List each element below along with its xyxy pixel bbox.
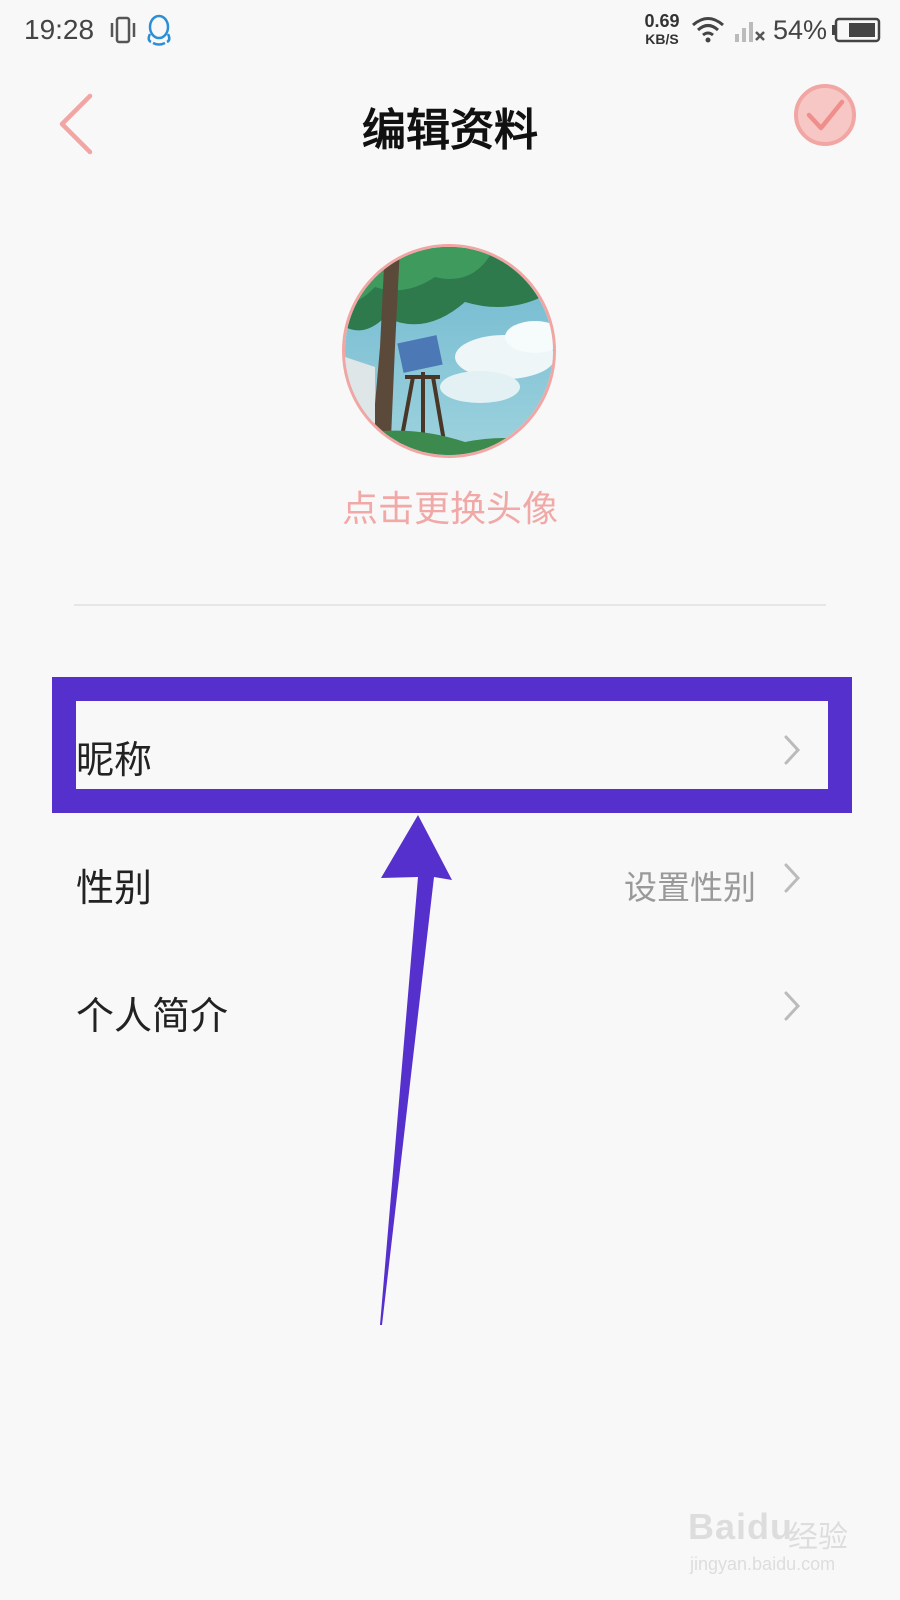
vibrate-icon xyxy=(110,16,136,44)
page-title: 编辑资料 xyxy=(362,105,538,156)
watermark-url: jingyan.baidu.com xyxy=(690,1554,836,1574)
nickname-label: 昵称 xyxy=(76,738,153,782)
signal-icon xyxy=(735,22,765,42)
avatar-image xyxy=(345,247,553,455)
app-header: 编辑资料 xyxy=(0,66,900,186)
network-speed: 0.69 KB/S xyxy=(638,12,686,46)
battery-icon xyxy=(832,17,881,43)
confirm-button[interactable] xyxy=(792,82,858,148)
change-avatar-link[interactable]: 点击更换头像 xyxy=(0,480,900,532)
network-speed-unit: KB/S xyxy=(645,31,679,47)
chevron-right-icon xyxy=(784,991,801,1021)
bio-label: 个人简介 xyxy=(76,994,229,1038)
chevron-right-icon xyxy=(784,863,801,893)
avatar[interactable] xyxy=(342,244,556,458)
chevron-right-icon xyxy=(784,735,801,765)
nickname-row[interactable]: 昵称 xyxy=(74,701,826,797)
watermark-logo: Baidu xyxy=(688,1506,794,1547)
network-speed-value: 0.69 xyxy=(644,11,680,31)
qq-icon xyxy=(147,14,171,46)
annotation-arrow xyxy=(380,815,452,1325)
gender-value: 设置性别 xyxy=(624,868,756,907)
baidu-watermark: Baidu 经验 jingyan.baidu.com xyxy=(688,1506,858,1586)
status-time: 19:28 xyxy=(24,14,95,45)
status-bar: 19:28 0.69 KB/S 54% xyxy=(0,0,900,66)
wifi-icon xyxy=(692,17,724,43)
section-divider xyxy=(74,604,826,606)
watermark-text: 经验 xyxy=(788,1520,848,1555)
battery-percent: 54% xyxy=(773,15,828,45)
bio-row[interactable]: 个人简介 xyxy=(74,957,826,1053)
gender-label: 性别 xyxy=(76,866,153,910)
gender-row[interactable]: 性别 设置性别 xyxy=(74,829,826,925)
